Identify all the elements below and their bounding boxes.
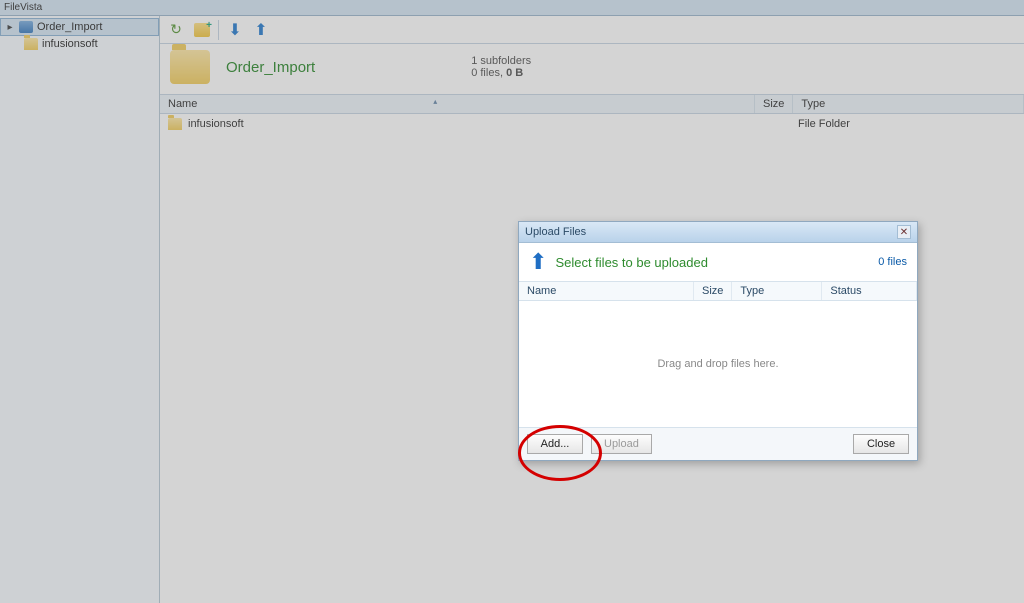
upload-arrow-icon: ⬆ [529,249,547,275]
dialog-footer: Add... Upload Close [519,427,917,460]
refresh-button[interactable]: ↻ [166,20,186,40]
tree-root-label: Order_Import [37,21,102,33]
folder-icon [168,118,182,130]
folder-icon [24,38,38,50]
refresh-icon: ↻ [170,21,182,38]
col-header-type[interactable]: Type [793,95,1024,113]
window-titlebar: FileVista [0,0,1024,16]
row-name-cell: infusionsoft [168,118,763,130]
app-title: FileVista [4,2,42,13]
folder-files-line: 0 files, 0 B [471,67,531,79]
close-icon: ✕ [900,227,908,238]
close-button[interactable]: Close [853,434,909,454]
toolbar: ↻ ⬇ ⬆ [160,16,1024,44]
folder-tree: ▸ Order_Import infusionsoft [0,16,160,603]
sort-indicator-icon: ▴ [433,97,437,106]
dialog-heading: Select files to be uploaded [555,255,708,270]
expander-icon[interactable]: ▸ [5,22,15,32]
tree-item-label: infusionsoft [42,38,98,50]
upload-button[interactable]: ⬆ [251,20,271,40]
dlg-col-status[interactable]: Status [822,282,917,300]
folder-header: Order_Import 1 subfolders 0 files, 0 B [160,44,1024,95]
row-type-cell: File Folder [798,118,1016,130]
col-header-size[interactable]: Size [755,95,793,113]
dlg-col-name[interactable]: Name [519,282,694,300]
add-button[interactable]: Add... [527,434,583,454]
folder-files-prefix: 0 files, [471,67,506,79]
download-button[interactable]: ⬇ [225,20,245,40]
table-row[interactable]: infusionsoft File Folder [160,114,1024,134]
dialog-header: ⬆ Select files to be uploaded 0 files [519,243,917,282]
dialog-file-count: 0 files [878,256,907,268]
new-folder-button[interactable] [192,20,212,40]
dialog-title: Upload Files [525,226,586,238]
drive-icon [19,21,33,33]
upload-dialog: Upload Files ✕ ⬆ Select files to be uplo… [518,221,918,461]
folder-large-icon [170,50,210,84]
tree-item-infusionsoft[interactable]: infusionsoft [0,36,159,52]
dialog-column-headers: Name Size Type Status [519,282,917,301]
col-header-name-label: Name [168,98,197,110]
folder-subfolders-line: 1 subfolders [471,55,531,67]
new-folder-icon [194,23,210,37]
column-headers: Name ▴ Size Type [160,95,1024,114]
toolbar-separator [218,20,219,40]
tree-root-order-import[interactable]: ▸ Order_Import [0,18,159,36]
folder-title-block: Order_Import [226,59,315,76]
dialog-close-button[interactable]: ✕ [897,225,911,239]
arrow-up-icon: ⬆ [254,20,267,40]
drop-hint-text: Drag and drop files here. [657,358,778,370]
folder-title: Order_Import [226,59,315,76]
row-name: infusionsoft [188,118,244,130]
arrow-down-icon: ⬇ [228,20,241,40]
folder-files-size: 0 B [506,67,523,79]
dlg-col-type[interactable]: Type [732,282,822,300]
folder-meta: 1 subfolders 0 files, 0 B [471,55,531,79]
col-header-size-label: Size [763,98,784,110]
dlg-col-size[interactable]: Size [694,282,732,300]
dialog-drop-area[interactable]: Drag and drop files here. [519,301,917,427]
col-header-name[interactable]: Name ▴ [160,95,755,113]
col-header-type-label: Type [801,98,825,110]
dialog-titlebar[interactable]: Upload Files ✕ [519,222,917,243]
upload-submit-button[interactable]: Upload [591,434,652,454]
